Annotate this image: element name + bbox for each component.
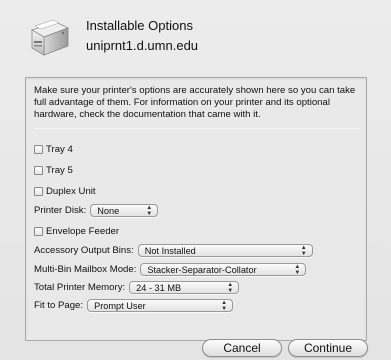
mailbox-mode-popup[interactable]: Stacker-Separator-Collator ▲ ▼ bbox=[140, 263, 307, 276]
options-panel: Make sure your printer's options are acc… bbox=[25, 77, 367, 341]
duplex-option[interactable]: Duplex Unit bbox=[34, 186, 96, 197]
printer-disk-popup[interactable]: None ▲ ▼ bbox=[90, 204, 159, 217]
popup-arrows-icon: ▲ ▼ bbox=[221, 300, 228, 312]
dialog-title: Installable Options bbox=[86, 18, 193, 33]
envelope-checkbox[interactable] bbox=[34, 227, 43, 236]
sheet-header: Installable Options uniprnt1.d.umn.edu bbox=[26, 14, 366, 70]
output-bins-value: Not Installed bbox=[144, 245, 196, 256]
tray5-label: Tray 5 bbox=[46, 165, 73, 176]
envelope-option[interactable]: Envelope Feeder bbox=[34, 226, 119, 237]
output-bins-row: Accessory Output Bins: Not Installed ▲ ▼ bbox=[34, 244, 313, 257]
printer-name: uniprnt1.d.umn.edu bbox=[86, 38, 199, 53]
memory-label: Total Printer Memory: bbox=[34, 282, 126, 293]
printer-disk-row: Printer Disk: None ▲ ▼ bbox=[34, 204, 159, 217]
popup-arrows-icon: ▲ ▼ bbox=[300, 245, 307, 257]
output-bins-popup[interactable]: Not Installed ▲ ▼ bbox=[137, 244, 313, 257]
fit-to-page-row: Fit to Page: Prompt User ▲ ▼ bbox=[34, 299, 234, 312]
fit-to-page-popup[interactable]: Prompt User ▲ ▼ bbox=[87, 299, 234, 312]
tray5-checkbox[interactable] bbox=[34, 166, 43, 175]
memory-popup[interactable]: 24 - 31 MB ▲ ▼ bbox=[129, 281, 240, 294]
tray4-label: Tray 4 bbox=[46, 144, 73, 155]
memory-row: Total Printer Memory: 24 - 31 MB ▲ ▼ bbox=[34, 281, 240, 294]
mailbox-mode-label: Multi-Bin Mailbox Mode: bbox=[34, 264, 137, 275]
mailbox-mode-value: Stacker-Separator-Collator bbox=[147, 264, 257, 275]
continue-button[interactable]: Continue bbox=[288, 339, 368, 357]
memory-value: 24 - 31 MB bbox=[136, 282, 182, 293]
printer-disk-value: None bbox=[97, 205, 120, 216]
duplex-label: Duplex Unit bbox=[46, 186, 96, 197]
fit-to-page-label: Fit to Page: bbox=[34, 300, 84, 311]
installable-options-sheet: Installable Options uniprnt1.d.umn.edu M… bbox=[0, 0, 391, 360]
popup-arrows-icon: ▲ ▼ bbox=[146, 205, 153, 217]
envelope-label: Envelope Feeder bbox=[46, 226, 120, 237]
duplex-checkbox[interactable] bbox=[34, 187, 43, 196]
output-bins-label: Accessory Output Bins: bbox=[34, 245, 134, 256]
printer-icon bbox=[26, 16, 72, 58]
tray4-checkbox[interactable] bbox=[34, 145, 43, 154]
popup-arrows-icon: ▲ ▼ bbox=[294, 264, 301, 276]
printer-disk-label: Printer Disk: bbox=[34, 205, 87, 216]
tray5-option[interactable]: Tray 5 bbox=[34, 165, 73, 176]
fit-to-page-value: Prompt User bbox=[94, 300, 146, 311]
cancel-button[interactable]: Cancel bbox=[202, 339, 282, 357]
divider bbox=[34, 128, 360, 129]
tray4-option[interactable]: Tray 4 bbox=[34, 144, 73, 155]
description-text: Make sure your printer's options are acc… bbox=[34, 85, 356, 120]
popup-arrows-icon: ▲ ▼ bbox=[227, 282, 234, 294]
mailbox-mode-row: Multi-Bin Mailbox Mode: Stacker-Separato… bbox=[34, 263, 307, 276]
